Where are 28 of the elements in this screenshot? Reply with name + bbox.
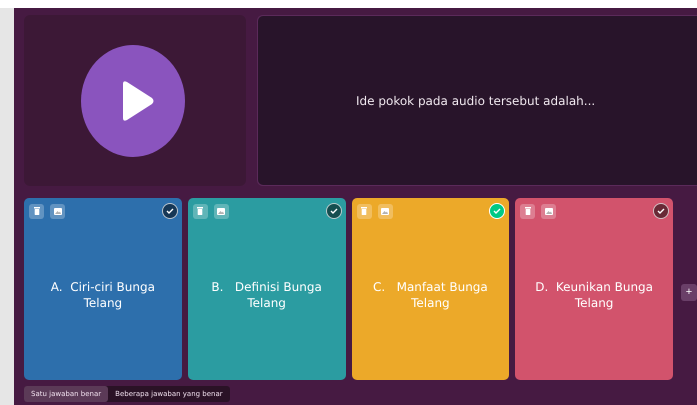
image-icon [217,208,226,214]
correct-toggle[interactable] [489,203,506,219]
correct-toggle[interactable] [653,203,669,219]
answer-text: A. Ciri-ciri Bunga Telang [50,279,156,311]
image-icon [54,208,62,214]
image-button[interactable] [50,204,65,218]
check-icon [657,208,665,214]
answer-text: B. Definisi Bunga Telang [210,279,323,311]
check-icon [166,208,174,214]
check-icon [330,208,338,214]
delete-button[interactable] [192,204,208,218]
correct-toggle[interactable] [162,203,178,219]
delete-button[interactable] [29,204,44,218]
image-icon [544,208,553,214]
image-icon [381,208,389,214]
trash-icon [361,207,367,215]
add-option-button[interactable]: + [681,284,697,300]
check-icon [493,208,502,214]
image-button[interactable] [214,204,229,218]
trash-icon [34,207,40,215]
question-text: Ide pokok pada audio tersebut adalah... [356,94,596,108]
correct-toggle[interactable] [326,203,342,219]
answer-text: C. Manfaat Bunga Telang [372,279,489,311]
answer-text: D. Keunikan Bunga Telang [534,279,654,311]
delete-button[interactable] [520,204,536,218]
image-button[interactable] [541,204,556,218]
trash-icon [197,207,204,215]
trash-icon [524,207,531,215]
